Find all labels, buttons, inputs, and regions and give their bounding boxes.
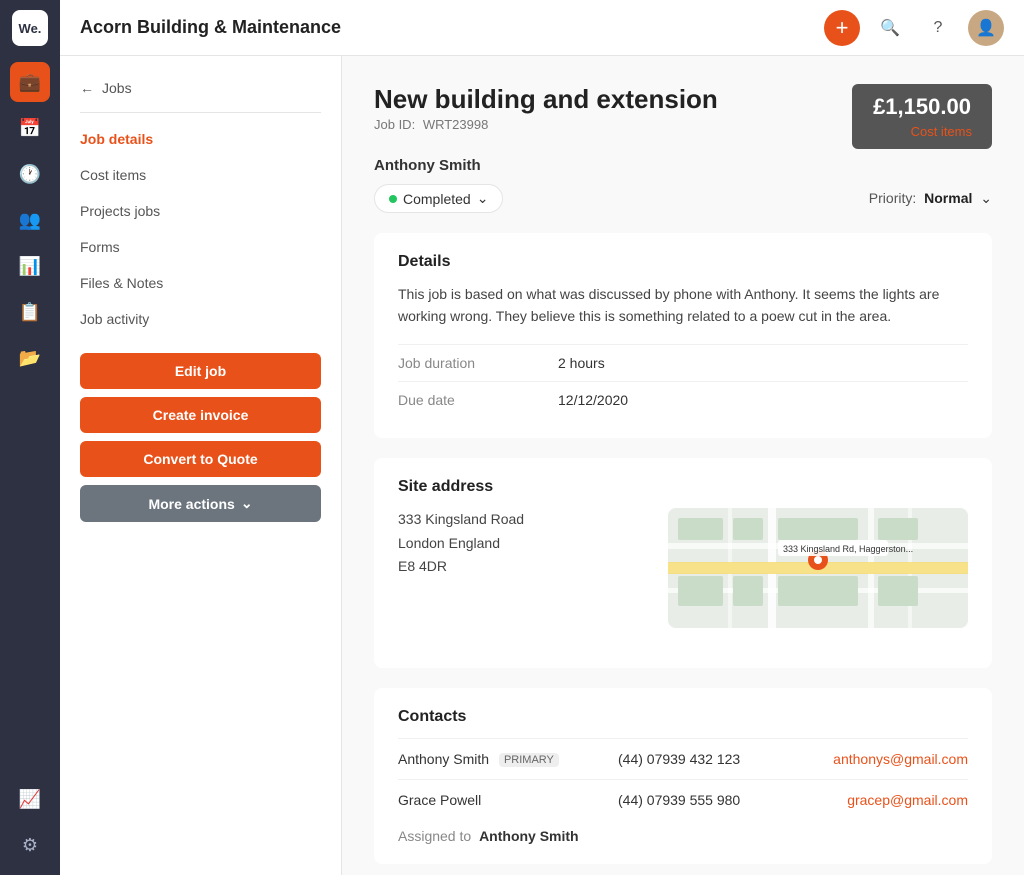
cost-amount: £1,150.00 — [872, 94, 972, 120]
nav-chart[interactable]: 📊 — [10, 246, 50, 286]
duration-label: Job duration — [398, 355, 558, 371]
sidebar-item-forms[interactable]: Forms — [60, 229, 341, 265]
site-address-title: Site address — [398, 478, 968, 496]
back-arrow-icon: ← — [80, 80, 94, 96]
contacts-section: Contacts Anthony Smith PRIMARY (44) 0793… — [374, 688, 992, 864]
assigned-name: Anthony Smith — [479, 828, 579, 844]
contact-name-1: Grace Powell — [398, 792, 618, 808]
status-badge[interactable]: Completed ⌄ — [374, 184, 503, 213]
status-chevron-icon: ⌄ — [477, 190, 489, 207]
due-date-label: Due date — [398, 392, 558, 408]
job-title: New building and extension — [374, 84, 718, 115]
more-actions-label: More actions — [148, 496, 234, 512]
main-content: New building and extension Job ID: WRT23… — [342, 0, 1024, 875]
assigned-text: Assigned to Anthony Smith — [398, 828, 968, 844]
sidebar-item-job-activity[interactable]: Job activity — [60, 301, 341, 337]
duration-value: 2 hours — [558, 355, 605, 371]
nav-calendar[interactable]: 📅 — [10, 108, 50, 148]
site-map[interactable]: 333 Kingsland Rd, Haggerston... — [668, 508, 968, 628]
contact-email-0[interactable]: anthonys@gmail.com — [833, 751, 968, 767]
job-id-value: WRT23998 — [423, 117, 489, 132]
contact-phone-1: (44) 07939 555 980 — [618, 792, 847, 808]
nav-clock[interactable]: 🕐 — [10, 154, 50, 194]
details-title: Details — [398, 253, 968, 271]
details-section: Details This job is based on what was di… — [374, 233, 992, 438]
contact-row-0: Anthony Smith PRIMARY (44) 07939 432 123… — [398, 738, 968, 779]
edit-job-button[interactable]: Edit job — [80, 353, 321, 389]
create-invoice-button[interactable]: Create invoice — [80, 397, 321, 433]
nav-table[interactable]: 📂 — [10, 338, 50, 378]
contact-name-0: Anthony Smith PRIMARY — [398, 751, 618, 767]
priority-row: Priority: Normal ⌄ — [869, 190, 992, 207]
job-header: New building and extension Job ID: WRT23… — [374, 84, 992, 149]
icon-nav: We. 💼 📅 🕐 👥 📊 📋 📂 📈 ⚙ — [0, 0, 60, 875]
back-label: Jobs — [102, 80, 132, 96]
job-id: Job ID: WRT23998 — [374, 117, 718, 132]
job-assignee: Anthony Smith — [374, 157, 992, 174]
chevron-down-icon: ⌄ — [241, 495, 253, 512]
nav-briefcase[interactable]: 💼 — [10, 62, 50, 102]
more-actions-button[interactable]: More actions ⌄ — [80, 485, 321, 522]
add-button[interactable]: + — [824, 10, 860, 46]
due-date-row: Due date 12/12/2020 — [398, 381, 968, 418]
contact-row-1: Grace Powell (44) 07939 555 980 gracep@g… — [398, 779, 968, 820]
sidebar-actions: Edit job Create invoice Convert to Quote… — [60, 337, 341, 538]
nav-graph[interactable]: 📈 — [10, 779, 50, 819]
priority-label: Priority: — [869, 190, 916, 206]
site-address-text: 333 Kingsland Road London England E8 4DR — [398, 508, 644, 628]
sidebar-item-job-details[interactable]: Job details — [60, 121, 341, 157]
due-date-value: 12/12/2020 — [558, 392, 628, 408]
convert-to-quote-button[interactable]: Convert to Quote — [80, 441, 321, 477]
app-logo: We. — [12, 10, 48, 46]
sidebar-divider — [80, 112, 321, 113]
site-address-section: Site address 333 Kingsland Road London E… — [374, 458, 992, 668]
contact-phone-0: (44) 07939 432 123 — [618, 751, 833, 767]
search-button[interactable]: 🔍 — [872, 10, 908, 46]
site-line2: London England — [398, 532, 644, 556]
status-dot — [389, 195, 397, 203]
sidebar-item-projects-jobs[interactable]: Projects jobs — [60, 193, 341, 229]
help-button[interactable]: ? — [920, 10, 956, 46]
status-priority-row: Completed ⌄ Priority: Normal ⌄ — [374, 184, 992, 213]
site-section: 333 Kingsland Road London England E8 4DR — [398, 508, 968, 628]
priority-chevron-icon[interactable]: ⌄ — [980, 190, 992, 206]
contacts-title: Contacts — [398, 708, 968, 726]
app-title: Acorn Building & Maintenance — [80, 17, 812, 38]
site-line1: 333 Kingsland Road — [398, 508, 644, 532]
user-avatar[interactable]: 👤 — [968, 10, 1004, 46]
nav-list[interactable]: 📋 — [10, 292, 50, 332]
priority-value: Normal — [924, 190, 972, 206]
contact-badge-0: PRIMARY — [499, 753, 559, 767]
site-line3: E8 4DR — [398, 555, 644, 579]
contact-email-1[interactable]: gracep@gmail.com — [847, 792, 968, 808]
svg-text:333 Kingsland Rd, Haggerston..: 333 Kingsland Rd, Haggerston... — [783, 544, 913, 554]
cost-box: £1,150.00 Cost items — [852, 84, 992, 149]
status-label: Completed — [403, 191, 471, 207]
nav-users[interactable]: 👥 — [10, 200, 50, 240]
sidebar-item-cost-items[interactable]: Cost items — [60, 157, 341, 193]
duration-row: Job duration 2 hours — [398, 344, 968, 381]
details-description: This job is based on what was discussed … — [398, 283, 968, 328]
left-sidebar: ← Jobs Job details Cost items Projects j… — [60, 0, 342, 875]
back-to-jobs[interactable]: ← Jobs — [60, 72, 341, 104]
cost-items-link[interactable]: Cost items — [872, 124, 972, 139]
sidebar-item-files-notes[interactable]: Files & Notes — [60, 265, 341, 301]
nav-settings[interactable]: ⚙ — [10, 825, 50, 865]
top-header: Acorn Building & Maintenance + 🔍 ? 👤 — [60, 0, 1024, 56]
